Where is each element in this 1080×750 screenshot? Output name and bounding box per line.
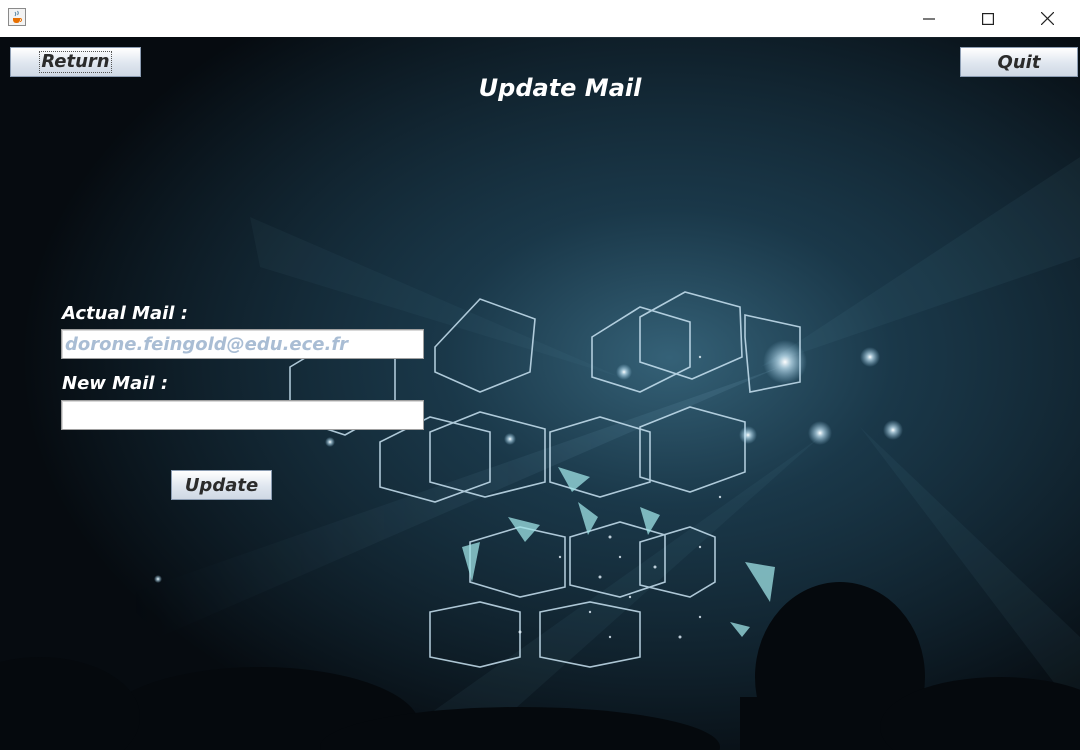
- quit-button-label: Quit: [997, 51, 1041, 73]
- update-button-label: Update: [184, 474, 259, 496]
- return-button[interactable]: Return: [10, 47, 141, 77]
- update-button[interactable]: Update: [171, 470, 272, 500]
- minimize-icon[interactable]: [900, 0, 958, 37]
- return-button-label: Return: [39, 51, 112, 73]
- actual-mail-label: Actual Mail :: [62, 303, 188, 324]
- new-mail-label: New Mail :: [62, 373, 169, 394]
- actual-mail-field[interactable]: dorone.feingold@edu.ece.fr: [61, 329, 424, 359]
- quit-button[interactable]: Quit: [960, 47, 1078, 77]
- app-window: Return Quit Update Mail Actual Mail : do…: [0, 0, 1080, 750]
- page-title: Update Mail: [478, 74, 642, 102]
- new-mail-input[interactable]: [61, 400, 424, 430]
- close-icon[interactable]: [1018, 0, 1076, 37]
- title-bar: [0, 0, 1080, 38]
- maximize-icon[interactable]: [959, 0, 1017, 37]
- actual-mail-value: dorone.feingold@edu.ece.fr: [65, 334, 349, 355]
- java-coffee-cup-icon: [8, 8, 26, 26]
